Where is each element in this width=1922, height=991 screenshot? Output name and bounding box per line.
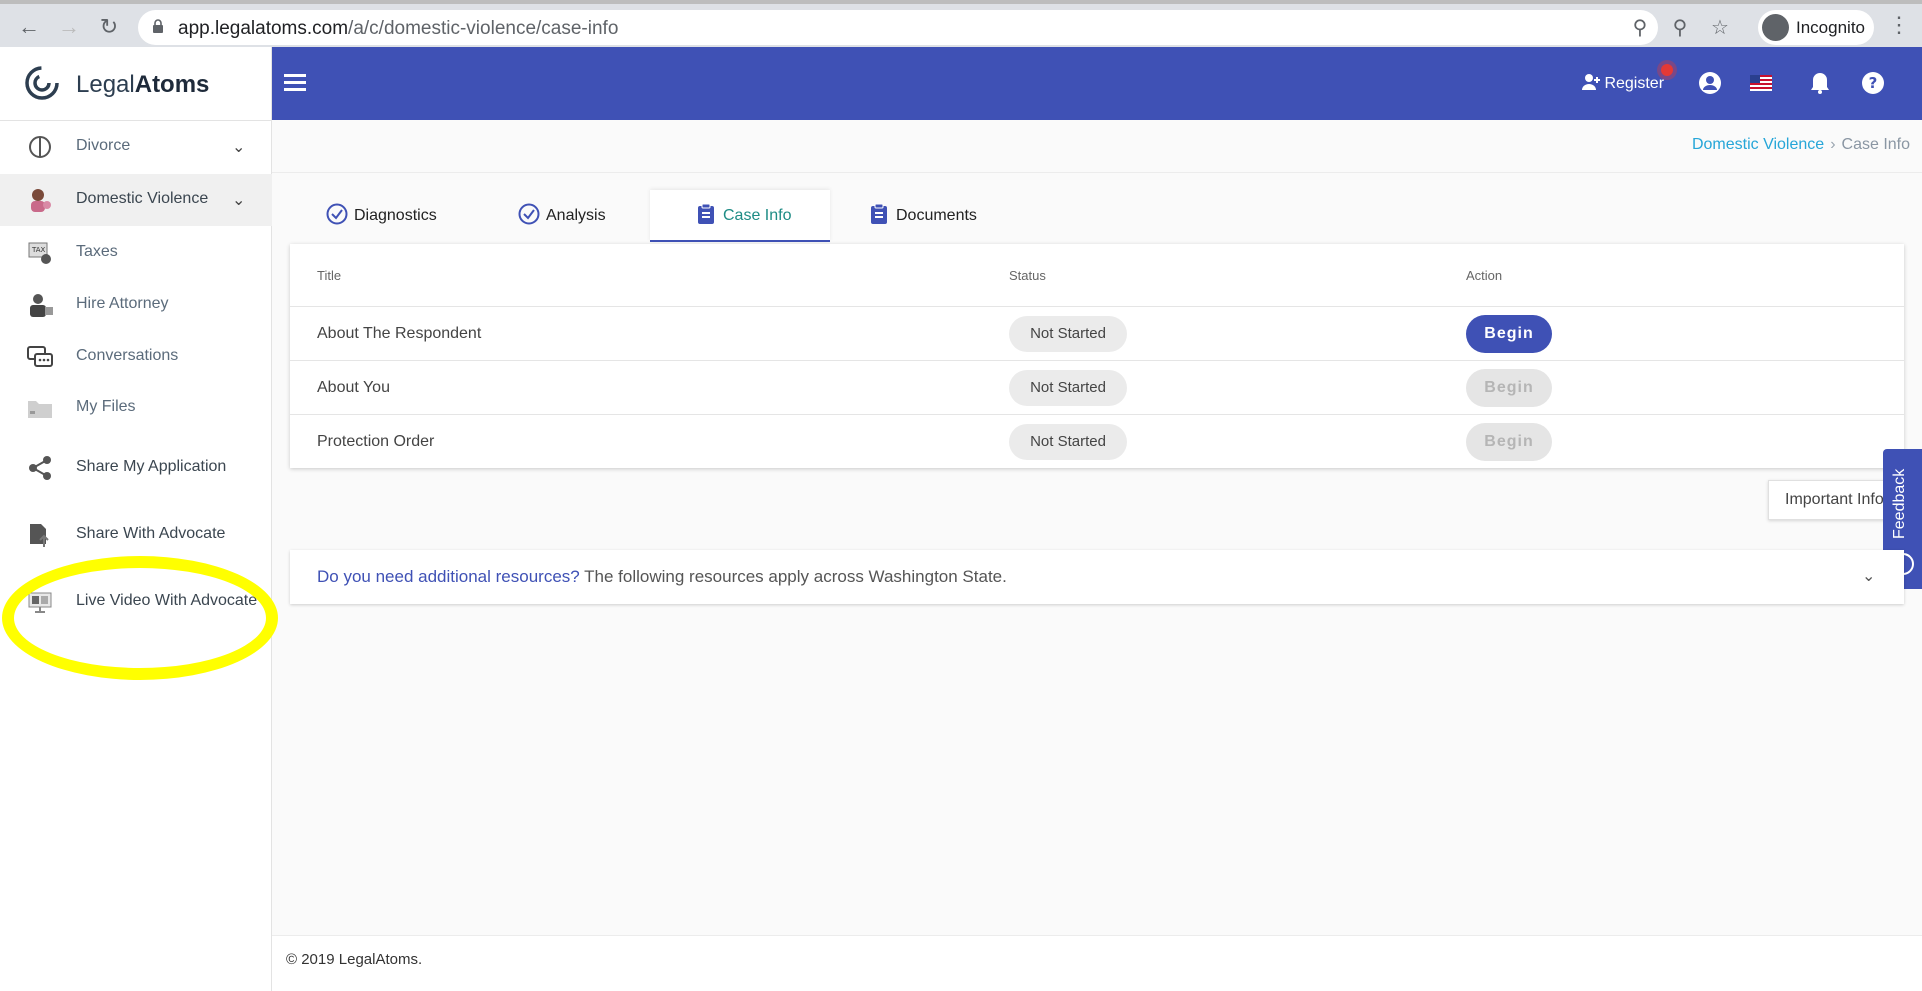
- sidebar-item-label: Divorce: [76, 137, 131, 154]
- sidebar-item-label: Hire Attorney: [76, 295, 169, 312]
- key-icon[interactable]: ⚲: [1628, 16, 1652, 40]
- breadcrumb: Domestic Violence › Case Info: [1692, 136, 1910, 154]
- star-icon[interactable]: ☆: [1708, 16, 1732, 40]
- tab-case-info[interactable]: Case Info: [650, 190, 830, 242]
- begin-button[interactable]: Begin: [1466, 315, 1552, 353]
- us-flag-icon[interactable]: [1750, 75, 1772, 91]
- folder-icon: [28, 401, 52, 418]
- reload-icon[interactable]: ↻: [94, 12, 124, 42]
- table-row: About You Not Started Begin: [290, 360, 1904, 414]
- sidebar-item-label: Domestic Violence: [76, 190, 209, 207]
- svg-text:TAX: TAX: [31, 246, 46, 254]
- clipboard-icon: [698, 203, 714, 224]
- domestic-violence-icon: [31, 189, 51, 212]
- sidebar-item-label: Share With Advocate: [76, 525, 226, 542]
- sidebar-item-share-with-advocate[interactable]: Share With Advocate: [0, 509, 272, 561]
- column-header-title: Title: [317, 268, 342, 283]
- breadcrumb-current: Case Info: [1841, 136, 1910, 153]
- clipboard-icon: [871, 203, 887, 224]
- add-user-icon: [1582, 74, 1600, 90]
- address-bar[interactable]: app.legalatoms.com/a/c/domestic-violence…: [138, 10, 1729, 45]
- sidebar-item-share-my-application[interactable]: Share My Application: [0, 442, 272, 494]
- footer: © 2019 LegalAtoms.: [272, 935, 1922, 991]
- breadcrumb-parent-link[interactable]: Domestic Violence: [1692, 136, 1824, 153]
- chevron-down-icon[interactable]: ⌄: [232, 137, 245, 157]
- tab-documents[interactable]: Documents: [868, 190, 1008, 242]
- status-badge: Not Started: [1009, 316, 1127, 352]
- sidebar-item-hire-attorney[interactable]: Hire Attorney: [0, 279, 272, 331]
- tab-label: Documents: [896, 207, 977, 224]
- tab-label: Case Info: [723, 207, 792, 224]
- browser-toolbar: ← → ↻ app.legalatoms.com/a/c/domestic-vi…: [0, 0, 1922, 47]
- share-icon: [29, 456, 51, 480]
- column-header-status: Status: [1009, 268, 1046, 283]
- conversations-icon: [27, 346, 53, 367]
- tab-label: Analysis: [546, 207, 606, 224]
- check-circle-icon: [518, 203, 540, 225]
- bell-icon[interactable]: [1808, 71, 1832, 95]
- url-text: app.legalatoms.com/a/c/domestic-violence…: [178, 18, 619, 39]
- sidebar-item-label: Conversations: [76, 347, 179, 364]
- recording-indicator: [1661, 64, 1673, 76]
- tab-diagnostics[interactable]: Diagnostics: [326, 190, 476, 242]
- svg-text:?: ?: [1869, 74, 1878, 92]
- help-icon[interactable]: ?: [1861, 71, 1885, 95]
- document-upload-icon: [30, 524, 49, 547]
- taxes-icon: TAX: [28, 242, 51, 264]
- sidebar-item-conversations[interactable]: Conversations: [0, 331, 272, 383]
- attorney-icon: [30, 294, 53, 317]
- feedback-label: Feedback: [1891, 468, 1908, 540]
- sidebar-item-label: My Files: [76, 398, 136, 415]
- resources-panel[interactable]: Do you need additional resources? The fo…: [290, 550, 1904, 604]
- register-button[interactable]: Register: [1582, 74, 1664, 93]
- table-row: About The Respondent Not Started Begin: [290, 306, 1904, 360]
- forward-icon[interactable]: →: [54, 12, 84, 42]
- logo-text: LegalAtoms: [76, 71, 210, 98]
- begin-button[interactable]: Begin: [1466, 423, 1552, 461]
- begin-button[interactable]: Begin: [1466, 369, 1552, 407]
- yellow-highlight-annotation: [2, 556, 278, 680]
- chevron-down-icon[interactable]: ⌄: [232, 190, 245, 210]
- sidebar-item-taxes[interactable]: TAX Taxes: [0, 227, 272, 279]
- row-title: About You: [317, 379, 390, 396]
- lock-icon: [153, 19, 163, 33]
- breadcrumb-separator: ›: [1830, 136, 1836, 153]
- sidebar-item-divorce[interactable]: Divorce ⌄: [0, 121, 272, 173]
- table-row: Protection Order Not Started Begin: [290, 414, 1904, 468]
- sidebar-item-label: Share My Application: [76, 458, 227, 475]
- divider: [272, 172, 1922, 173]
- incognito-label: Incognito: [1796, 18, 1865, 37]
- legalatoms-logo-icon: [25, 66, 59, 100]
- sidebar-item-domestic-violence[interactable]: Domestic Violence ⌄: [0, 174, 272, 226]
- tab-analysis[interactable]: Analysis: [518, 190, 648, 242]
- divorce-icon: [29, 136, 51, 158]
- row-title: About The Respondent: [317, 325, 482, 342]
- copyright-text: © 2019 LegalAtoms.: [286, 951, 423, 968]
- case-info-table: Title Status Action About The Respondent…: [290, 244, 1904, 468]
- row-title: Protection Order: [317, 433, 435, 450]
- sidebar-item-my-files[interactable]: My Files: [0, 382, 272, 434]
- column-header-action: Action: [1466, 268, 1503, 283]
- app-header: Register ?: [272, 47, 1922, 120]
- browser-menu-icon[interactable]: ⋮: [1888, 12, 1910, 42]
- zoom-icon[interactable]: ⚲: [1668, 16, 1692, 40]
- check-circle-icon: [326, 203, 348, 225]
- incognito-icon: [1762, 14, 1789, 41]
- status-badge: Not Started: [1009, 424, 1127, 460]
- resources-question: Do you need additional resources? The fo…: [317, 567, 1007, 586]
- chevron-down-icon[interactable]: ⌄: [1862, 566, 1875, 586]
- sidebar-item-label: Taxes: [76, 243, 118, 260]
- sidebar: LegalAtoms Divorce ⌄ Domestic Violence ⌄…: [0, 47, 272, 991]
- hamburger-menu-icon[interactable]: [284, 74, 306, 92]
- status-badge: Not Started: [1009, 370, 1127, 406]
- back-icon[interactable]: ←: [14, 12, 44, 42]
- tab-label: Diagnostics: [354, 207, 437, 224]
- incognito-badge[interactable]: Incognito: [1758, 10, 1874, 45]
- account-icon[interactable]: [1698, 71, 1722, 95]
